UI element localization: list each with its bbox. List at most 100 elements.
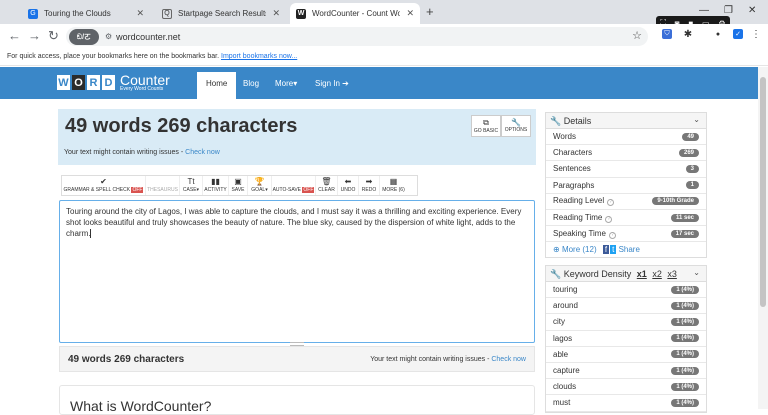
back-icon[interactable]: ← [8,28,21,43]
minimize-icon[interactable]: — [699,5,709,16]
save-button[interactable]: ▣ SAVE [229,176,248,195]
keyword-badge: 1 (4%) [671,317,699,326]
keyword-row: touring 1 (4%) [546,282,706,299]
editor-toolbar: ✔ GRAMMAR & SPELL CHECK OFF THESAURUS Tt… [61,175,418,196]
detail-row-reading-time: Reading Time? 11 sec [546,210,706,227]
share-link[interactable]: ft Share [602,245,640,255]
reload-icon[interactable]: ↻ [48,28,59,44]
extensions-puzzle-icon[interactable]: ✱ [683,29,693,40]
check-now-link[interactable]: Check now [185,149,220,156]
tab-label: Startpage Search Results [178,9,267,18]
goal-label: GOAL▾ [251,187,268,193]
goal-button[interactable]: 🏆 GOAL▾ [248,176,272,195]
detail-badge: 1 [685,181,699,190]
window-close-icon[interactable]: ✕ [748,5,756,16]
bottom-issues-notice: Your text might contain writing issues -… [370,356,526,363]
help-icon[interactable]: ? [607,199,615,207]
keyword-row: capture 1 (4%) [546,363,706,380]
density-x3-link[interactable]: x3 [667,269,677,279]
bookmarks-bar: For quick access, place your bookmarks h… [0,48,768,66]
detail-label: Reading Time [553,212,603,222]
options-button[interactable]: 🔧 OPTIONS [501,115,531,137]
bottom-warning-text: Your text might contain writing issues - [370,356,492,363]
address-toolbar: ← → ↻ ඞ/ㄛ ⚙ wordcounter.net ☆ ⛉ ✱ ● ✓ ⋮ [0,24,768,48]
tab-wordcounter[interactable]: W WordCounter - Count Words & ✕ [290,3,420,24]
tab-close-icon[interactable]: ✕ [406,8,414,19]
menu-dots-icon[interactable]: ⋮ [751,29,761,40]
text-editor[interactable]: Touring around the city of Lagos, I was … [59,200,535,343]
density-x1-link[interactable]: x1 [637,269,647,279]
nav-more[interactable]: More▾ [266,67,306,99]
tab-close-icon[interactable]: ✕ [136,8,144,19]
nav-signin[interactable]: Sign In ➔ [306,67,358,99]
scrollbar-thumb[interactable] [760,77,766,307]
help-icon[interactable]: ? [605,215,613,223]
import-bookmarks-link[interactable]: Import bookmarks now... [221,53,297,60]
detail-row-reading-level: Reading Level? 9-10th Grade [546,194,706,210]
chevron-down-icon[interactable]: ⌄ [693,268,700,277]
redo-label: REDO [361,187,377,193]
profile-icon[interactable]: ● [713,29,723,39]
bar-chart-icon: ▮▮ [211,177,220,186]
more-link[interactable]: ⊕ More (12) [553,245,597,254]
trash-icon: 🗑 [321,177,332,186]
nav-home[interactable]: Home [197,72,237,99]
url-text[interactable]: wordcounter.net [116,32,180,42]
clear-button[interactable]: 🗑 CLEAR [316,176,338,195]
site-pill[interactable]: ඞ/ㄛ [69,28,99,45]
warning-text: Your text might contain writing issues - [64,149,186,156]
details-header[interactable]: 🔧 Details ⌄ [546,113,706,129]
keyword: around [553,301,578,311]
thesaurus-button[interactable]: THESAURUS [146,176,180,195]
writing-issues-notice: Your text might contain writing issues -… [64,149,220,156]
keyword-badge: 1 (4%) [671,350,699,359]
tab-favicon-icon: W [296,8,306,19]
more-tools-button[interactable]: ▦ MORE (6) [380,176,407,195]
help-icon[interactable]: ? [608,231,616,239]
bookmark-star-icon[interactable]: ☆ [632,29,642,42]
about-title: What is WordCounter? [70,398,212,414]
activity-button[interactable]: ▮▮ ACTIVITY [203,176,229,195]
tab-touring-clouds[interactable]: G Touring the Clouds ✕ [22,3,150,24]
detail-row-words: Words 49 [546,129,706,146]
undo-button[interactable]: ⬅ UNDO [338,176,359,195]
nav-blog[interactable]: Blog [234,67,268,99]
go-basic-label: GO BASIC [473,128,499,134]
keyword-row: around 1 (4%) [546,298,706,315]
grammar-label: GRAMMAR & SPELL CHECK [63,187,131,193]
detail-label: Sentences [553,164,591,174]
detail-label: Characters [553,148,593,158]
browser-tabstrip: G Touring the Clouds ✕ Q Startpage Searc… [0,0,768,24]
auto-save-button[interactable]: AUTO-SAVE OFF [272,176,316,195]
tab-close-icon[interactable]: ✕ [272,8,280,19]
restore-icon[interactable]: ❐ [724,5,733,16]
omnibox[interactable]: ඞ/ㄛ ⚙ wordcounter.net ☆ [66,27,648,46]
share-label: Share [618,245,640,255]
nav-more-label: More [275,79,294,88]
bookmarks-hint: For quick access, place your bookmarks h… [7,53,220,60]
redo-button[interactable]: ➡ REDO [359,176,380,195]
keyword-row: city 1 (4%) [546,314,706,331]
case-button[interactable]: Tt CASE▾ [180,176,203,195]
chevron-down-icon[interactable]: ⌄ [693,115,700,124]
forward-icon[interactable]: → [28,28,41,43]
go-basic-button[interactable]: ⧉ GO BASIC [471,115,501,137]
density-x2-link[interactable]: x2 [652,269,662,279]
keyword-density-header[interactable]: 🔧 Keyword Density x1 x2 x3 ⌄ [546,266,706,282]
page-scrollbar[interactable] [758,67,768,409]
tab-startpage[interactable]: Q Startpage Search Results ✕ [156,3,286,24]
wrench-icon: 🔧 [511,118,521,127]
trophy-icon: 🏆 [254,177,265,186]
vpn-shield-icon[interactable]: ✓ [733,29,743,39]
auto-save-label: AUTO-SAVE [272,187,302,193]
bottom-check-now-link[interactable]: Check now [491,356,526,363]
grammar-check-button[interactable]: ✔ GRAMMAR & SPELL CHECK OFF [62,176,146,195]
keyword: capture [553,366,580,376]
extension-shield-icon[interactable]: ⛉ [662,29,672,39]
site-info-icon[interactable]: ⚙ [105,32,112,41]
new-tab-button[interactable]: + [426,4,434,19]
text-caret [90,229,92,239]
wordcounter-logo[interactable]: W O R D Counter Every Word Counts [57,73,170,92]
keyword: city [553,317,565,327]
tab-favicon-icon: G [28,8,38,19]
